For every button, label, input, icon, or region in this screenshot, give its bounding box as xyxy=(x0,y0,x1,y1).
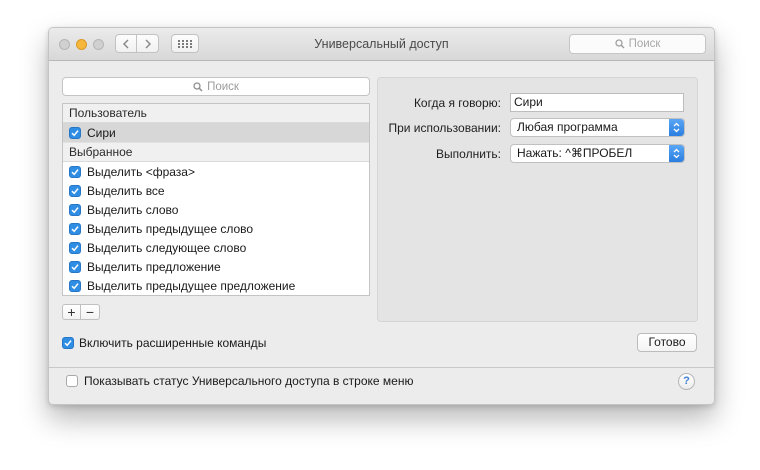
list-item[interactable]: Выделить <фраза> xyxy=(63,162,369,181)
command-label: Выделить все xyxy=(87,183,165,198)
command-label: Выделить <фраза> xyxy=(87,164,195,179)
checkmark-icon xyxy=(71,244,79,251)
command-label: Сири xyxy=(87,125,116,140)
enable-advanced-label: Включить расширенные команды xyxy=(79,336,267,350)
title-bar: Универсальный доступ Поиск xyxy=(49,28,714,61)
command-label: Выделить слово xyxy=(87,202,179,217)
commands-search-field[interactable]: Поиск xyxy=(62,77,370,96)
list-item[interactable]: Выделить все xyxy=(63,181,369,200)
application-popup[interactable]: Любая программа xyxy=(510,118,685,137)
enable-advanced-commands[interactable]: Включить расширенные команды xyxy=(62,336,266,350)
remove-command-button[interactable]: − xyxy=(81,304,100,320)
checkmark-icon xyxy=(71,168,79,175)
commands-list[interactable]: Пользователь Сири Выбранное Выделить <фр… xyxy=(62,103,370,296)
toolbar-search-placeholder: Поиск xyxy=(628,38,661,50)
command-checkbox[interactable] xyxy=(69,222,81,235)
checkmark-icon xyxy=(71,187,79,194)
checkmark-icon xyxy=(71,206,79,213)
when-label: Когда я говорю: xyxy=(413,96,501,110)
add-command-button[interactable]: + xyxy=(62,304,81,320)
command-label: Выделить предложение xyxy=(87,259,221,274)
command-checkbox[interactable] xyxy=(69,260,81,273)
checkmark-icon xyxy=(71,282,79,289)
command-checkbox[interactable] xyxy=(69,184,81,197)
list-item[interactable]: Сири xyxy=(63,123,369,142)
dictation-commands-sheet: Поиск Пользователь Сири Выбранное Выдели… xyxy=(49,61,714,368)
application-popup-value: Любая программа xyxy=(517,120,618,134)
command-label: Выделить предыдущее предложение xyxy=(87,278,296,293)
show-status-label: Показывать статус Универсального доступа… xyxy=(84,374,414,388)
checkmark-icon xyxy=(71,129,79,136)
list-item[interactable]: Выделить предыдущее предложение xyxy=(63,276,369,295)
while-using-label: При использовании: xyxy=(388,121,501,135)
commands-search-placeholder: Поиск xyxy=(207,80,239,93)
section-header-selection: Выбранное xyxy=(63,142,369,162)
command-checkbox[interactable] xyxy=(69,203,81,216)
checkmark-icon xyxy=(71,263,79,270)
toolbar-search-field[interactable]: Поиск xyxy=(569,34,706,54)
command-checkbox[interactable] xyxy=(69,165,81,178)
command-checkbox[interactable] xyxy=(69,279,81,292)
section-header-user: Пользователь xyxy=(63,104,369,123)
show-status-checkbox[interactable] xyxy=(66,375,78,387)
updown-arrows-icon xyxy=(669,145,684,162)
perform-popup[interactable]: Нажать: ^⌘ПРОБЕЛ xyxy=(510,144,685,163)
checkmark-icon xyxy=(71,225,79,232)
updown-arrows-icon xyxy=(669,119,684,136)
command-label: Выделить предыдущее слово xyxy=(87,221,254,236)
checkmark-icon xyxy=(64,340,72,347)
search-icon xyxy=(614,39,625,49)
list-item[interactable]: Выделить предыдущее слово xyxy=(63,219,369,238)
phrase-field[interactable]: Сири xyxy=(510,93,684,112)
command-checkbox[interactable] xyxy=(69,241,81,254)
perform-label: Выполнить: xyxy=(436,147,501,161)
list-item[interactable]: Выделить слово xyxy=(63,200,369,219)
search-icon xyxy=(193,81,203,92)
window-footer: Показывать статус Универсального доступа… xyxy=(49,368,714,404)
list-item[interactable]: Выделить следующее слово xyxy=(63,238,369,257)
command-label: Выделить следующее слово xyxy=(87,240,247,255)
list-item[interactable]: Выделить предложение xyxy=(63,257,369,276)
done-button[interactable]: Готово xyxy=(637,333,697,352)
perform-popup-value: Нажать: ^⌘ПРОБЕЛ xyxy=(517,146,633,160)
preferences-window: Универсальный доступ Поиск Поиск Пользов… xyxy=(48,27,715,405)
help-button[interactable]: ? xyxy=(678,373,695,390)
enable-advanced-checkbox[interactable] xyxy=(62,337,74,349)
command-checkbox[interactable] xyxy=(69,126,81,139)
show-status-option[interactable]: Показывать статус Универсального доступа… xyxy=(66,374,413,388)
command-detail-panel: Когда я говорю: Сири При использовании: … xyxy=(377,77,698,322)
